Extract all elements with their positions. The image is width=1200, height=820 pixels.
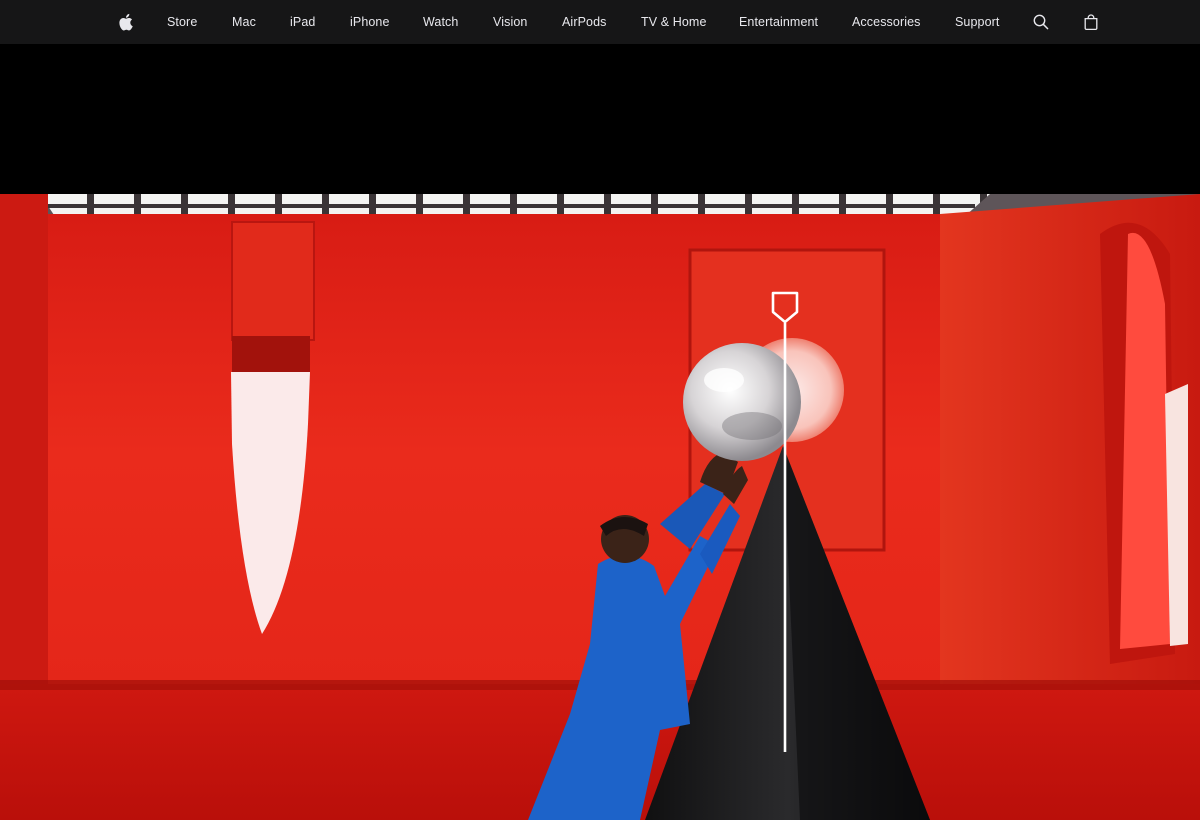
nav-item-airpods[interactable]: AirPods <box>562 0 606 44</box>
shopping-bag-icon[interactable] <box>1083 0 1099 44</box>
nav-item-entertainment[interactable]: Entertainment <box>739 0 818 44</box>
nav-item-iphone[interactable]: iPhone <box>350 0 390 44</box>
nav-item-support[interactable]: Support <box>955 0 999 44</box>
scroll-pin-indicator-icon <box>771 291 799 752</box>
nav-item-accessories[interactable]: Accessories <box>852 0 920 44</box>
hero-video-frame <box>0 194 1200 820</box>
nav-item-watch[interactable]: Watch <box>423 0 458 44</box>
search-icon[interactable] <box>1032 0 1050 44</box>
nav-item-tv-home[interactable]: TV & Home <box>641 0 707 44</box>
hero-scene-illustration <box>0 194 1200 820</box>
nav-item-store[interactable]: Store <box>167 0 197 44</box>
nav-item-ipad[interactable]: iPad <box>290 0 315 44</box>
apple-logo-icon[interactable] <box>115 0 135 44</box>
nav-item-vision[interactable]: Vision <box>493 0 527 44</box>
nav-item-mac[interactable]: Mac <box>232 0 256 44</box>
hero-letterbox <box>0 44 1200 194</box>
global-nav: Store Mac iPad iPhone Watch Vision AirPo… <box>0 0 1200 44</box>
